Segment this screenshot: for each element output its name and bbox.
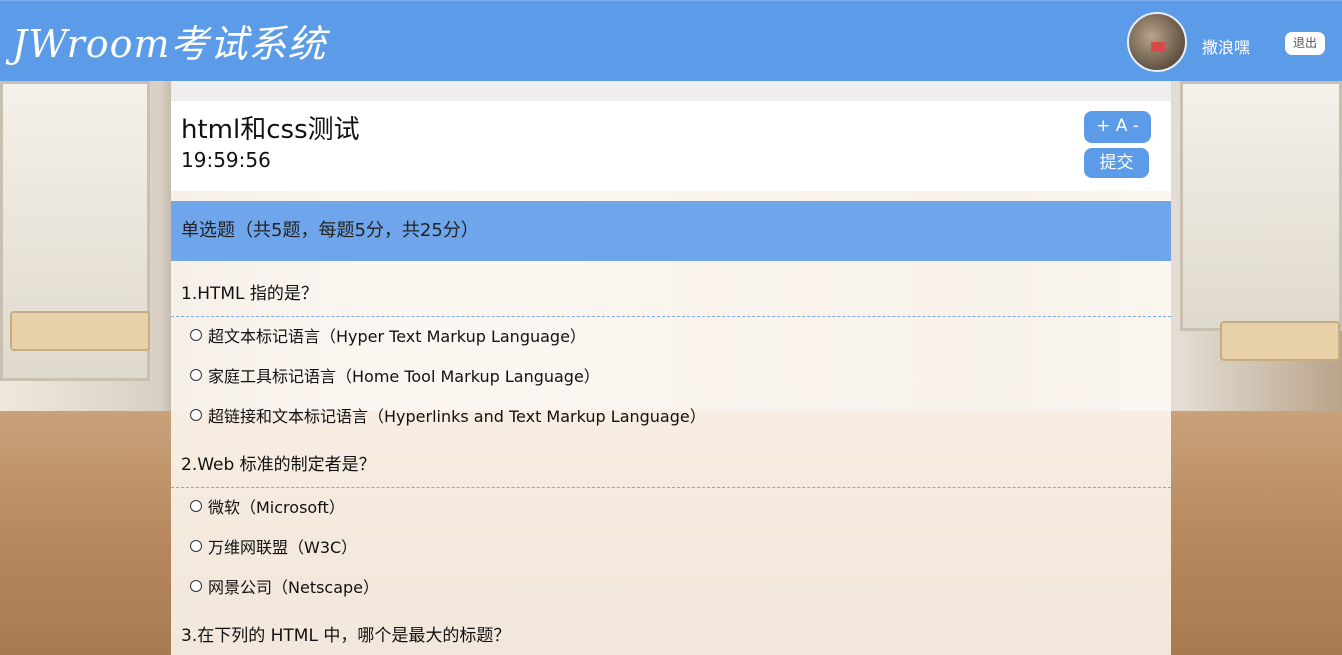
username: 撒浪嘿 bbox=[1202, 38, 1251, 57]
question-text: 2.Web 标准的制定者是？ bbox=[181, 455, 376, 475]
exam-timer: 19:59:56 bbox=[181, 148, 271, 172]
option-label: 超文本标记语言（Hyper Text Markup Language） bbox=[208, 327, 586, 346]
option-label: 万维网联盟（W3C） bbox=[208, 538, 358, 557]
radio-button[interactable] bbox=[190, 369, 202, 381]
exam-panel: html和css测试 19:59:56 + A - 提交 单选题（共5题，每题5… bbox=[171, 81, 1171, 655]
section-header: 单选题（共5题，每题5分，共25分） bbox=[171, 201, 1171, 261]
answer-option[interactable]: 微软（Microsoft） bbox=[190, 494, 345, 518]
answer-option[interactable]: 家庭工具标记语言（Home Tool Markup Language） bbox=[190, 363, 600, 387]
radio-button[interactable] bbox=[190, 540, 202, 552]
answer-option[interactable]: 超链接和文本标记语言（Hyperlinks and Text Markup La… bbox=[190, 403, 706, 427]
top-bar: JWroom考试系统 撒浪嘿 退出 bbox=[0, 0, 1342, 81]
radio-button[interactable] bbox=[190, 409, 202, 421]
question-text: 3.在下列的 HTML 中，哪个是最大的标题？ bbox=[181, 626, 511, 646]
radio-button[interactable] bbox=[190, 329, 202, 341]
radio-button[interactable] bbox=[190, 580, 202, 592]
font-size-button[interactable]: + A - bbox=[1084, 111, 1151, 143]
exam-header: html和css测试 19:59:56 + A - 提交 bbox=[171, 101, 1171, 191]
question-divider bbox=[171, 316, 1171, 317]
avatar[interactable] bbox=[1127, 12, 1187, 72]
answer-option[interactable]: 网景公司（Netscape） bbox=[190, 574, 379, 598]
logout-button[interactable]: 退出 bbox=[1285, 32, 1325, 55]
answer-option[interactable]: 万维网联盟（W3C） bbox=[190, 534, 357, 558]
background-chair bbox=[1220, 321, 1340, 361]
question-divider bbox=[171, 487, 1171, 488]
background-window-right bbox=[1180, 81, 1342, 331]
option-label: 超链接和文本标记语言（Hyperlinks and Text Markup La… bbox=[208, 407, 706, 426]
option-label: 家庭工具标记语言（Home Tool Markup Language） bbox=[208, 367, 600, 386]
app-logo: JWroom考试系统 bbox=[12, 22, 327, 66]
answer-option[interactable]: 超文本标记语言（Hyper Text Markup Language） bbox=[190, 323, 586, 347]
background-chair bbox=[10, 311, 150, 351]
exam-title: html和css测试 bbox=[181, 115, 360, 145]
submit-button[interactable]: 提交 bbox=[1084, 148, 1149, 178]
question-text: 1.HTML 指的是？ bbox=[181, 284, 318, 304]
option-label: 微软（Microsoft） bbox=[208, 498, 345, 517]
option-label: 网景公司（Netscape） bbox=[208, 578, 380, 597]
radio-button[interactable] bbox=[190, 500, 202, 512]
top-spacer bbox=[171, 81, 1171, 101]
